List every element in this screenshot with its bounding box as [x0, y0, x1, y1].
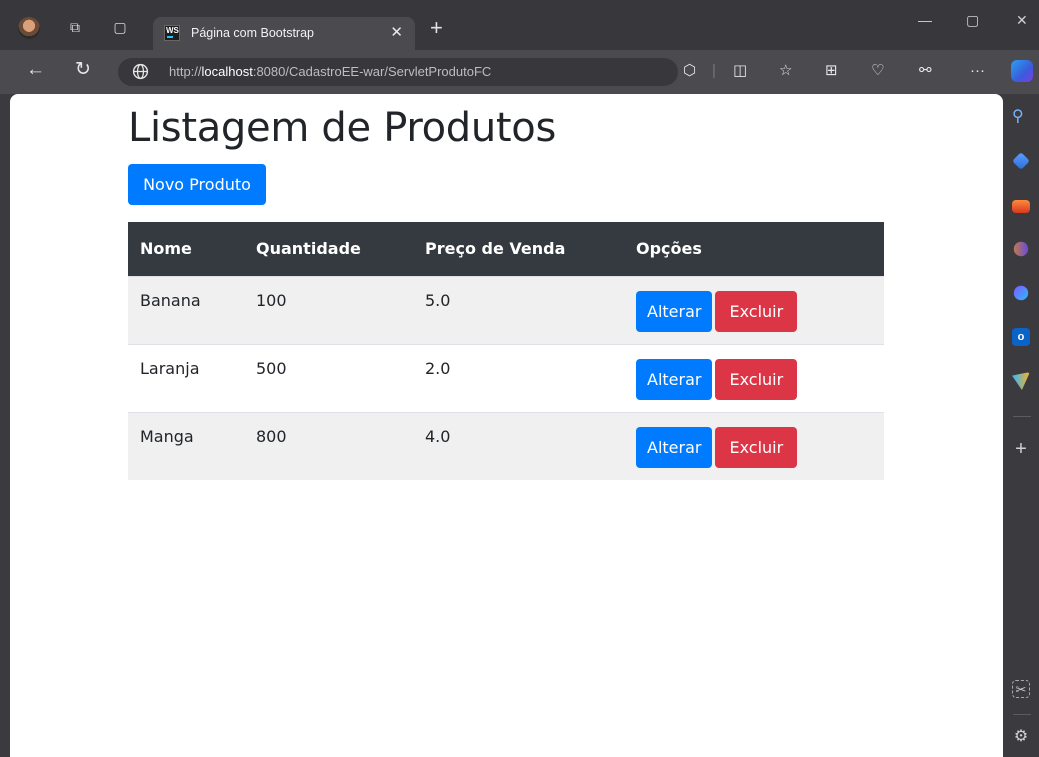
- split-screen-icon[interactable]: ◫: [733, 62, 747, 80]
- delete-button[interactable]: Excluir: [715, 290, 798, 332]
- column-header-quantidade: Quantidade: [256, 239, 361, 259]
- cell-opcoes: Alterar Excluir: [624, 344, 884, 412]
- new-product-button[interactable]: Novo Produto: [128, 164, 266, 205]
- cell-preco: 5.0: [425, 290, 451, 310]
- share-icon[interactable]: ⚯: [919, 62, 932, 80]
- table-row: Manga 800 4.0 Alterar Excluir: [128, 412, 884, 480]
- page-title: Listagem de Produtos: [128, 105, 557, 151]
- more-menu-icon[interactable]: ···: [970, 62, 985, 80]
- toolbar: ← ↻ http://localhost:8080/CadastroEE-war…: [0, 50, 1039, 94]
- copilot-icon[interactable]: [1011, 60, 1033, 82]
- back-icon[interactable]: ←: [26, 60, 45, 80]
- delete-button[interactable]: Excluir: [715, 426, 798, 468]
- table-header-row: Nome Quantidade Preço de Venda Opções: [128, 222, 884, 276]
- settings-gear-icon[interactable]: ⚙: [1012, 728, 1030, 746]
- edit-button[interactable]: Alterar: [636, 358, 713, 400]
- browser-window: ⧉ ▢ WS Página com Bootstrap ✕ + — ▢ ✕ ← …: [0, 0, 1039, 757]
- tools-briefcase-icon[interactable]: [1012, 200, 1030, 213]
- maximize-icon[interactable]: ▢: [966, 12, 979, 29]
- sidebar-divider: [1013, 714, 1031, 715]
- cell-nome: Laranja: [140, 358, 200, 378]
- collections-icon[interactable]: ⊞: [825, 62, 838, 80]
- table-row: Laranja 500 2.0 Alterar Excluir: [128, 344, 884, 412]
- workspaces-icon[interactable]: ⧉: [67, 19, 83, 35]
- divider-icon: |: [712, 62, 716, 79]
- extensions-icon[interactable]: ⬡: [683, 62, 696, 80]
- new-tab-icon[interactable]: +: [430, 17, 443, 39]
- tab-strip: ⧉ ▢ WS Página com Bootstrap ✕ + — ▢ ✕: [0, 0, 1039, 50]
- webstorm-icon: WS: [164, 25, 180, 41]
- cell-opcoes: Alterar Excluir: [624, 412, 884, 480]
- delete-button[interactable]: Excluir: [715, 358, 798, 400]
- search-icon[interactable]: ⚲: [1012, 108, 1030, 126]
- minimize-icon[interactable]: —: [918, 12, 932, 28]
- games-icon[interactable]: [1013, 241, 1029, 257]
- cell-quantidade: 100: [256, 290, 287, 310]
- column-header-nome: Nome: [140, 239, 192, 259]
- cell-quantidade: 500: [256, 358, 287, 378]
- tab-active[interactable]: WS Página com Bootstrap ✕: [153, 17, 415, 50]
- tab-title: Página com Bootstrap: [191, 26, 314, 40]
- close-tab-icon[interactable]: ✕: [390, 23, 403, 41]
- refresh-icon[interactable]: ↻: [75, 60, 91, 80]
- add-icon[interactable]: +: [1012, 439, 1030, 459]
- column-header-preco: Preço de Venda: [425, 239, 566, 259]
- cell-nome: Banana: [140, 290, 201, 310]
- globe-icon: [132, 63, 149, 80]
- address-bar[interactable]: http://localhost:8080/CadastroEE-war/Ser…: [118, 58, 678, 86]
- page-content: Listagem de Produtos Novo Produto Nome Q…: [10, 94, 1003, 757]
- favorites-icon[interactable]: ☆: [779, 62, 792, 80]
- browser-essentials-icon[interactable]: ♡: [871, 62, 884, 80]
- drop-icon[interactable]: [1012, 372, 1030, 390]
- profile-avatar[interactable]: [18, 17, 40, 39]
- column-header-opcoes: Opções: [636, 239, 702, 259]
- tab-actions-icon[interactable]: ▢: [112, 19, 128, 35]
- cell-preco: 2.0: [425, 358, 451, 378]
- close-window-icon[interactable]: ✕: [1016, 12, 1028, 29]
- screenshot-icon[interactable]: ✂: [1012, 680, 1030, 698]
- table-row: Banana 100 5.0 Alterar Excluir: [128, 276, 884, 344]
- edit-button[interactable]: Alterar: [636, 290, 713, 332]
- microsoft-365-icon[interactable]: [1013, 285, 1029, 301]
- url-text: http://localhost:8080/CadastroEE-war/Ser…: [169, 64, 492, 79]
- outlook-icon[interactable]: o: [1012, 328, 1030, 346]
- products-table: Nome Quantidade Preço de Venda Opções Ba…: [128, 222, 884, 480]
- cell-preco: 4.0: [425, 426, 451, 446]
- edge-sidebar: ⚲ o + ✂ ⚙: [1003, 94, 1039, 757]
- shopping-tag-icon[interactable]: [1012, 152, 1030, 170]
- sidebar-divider: [1013, 416, 1031, 417]
- cell-quantidade: 800: [256, 426, 287, 446]
- cell-opcoes: Alterar Excluir: [624, 276, 884, 344]
- cell-nome: Manga: [140, 426, 194, 446]
- edit-button[interactable]: Alterar: [636, 426, 713, 468]
